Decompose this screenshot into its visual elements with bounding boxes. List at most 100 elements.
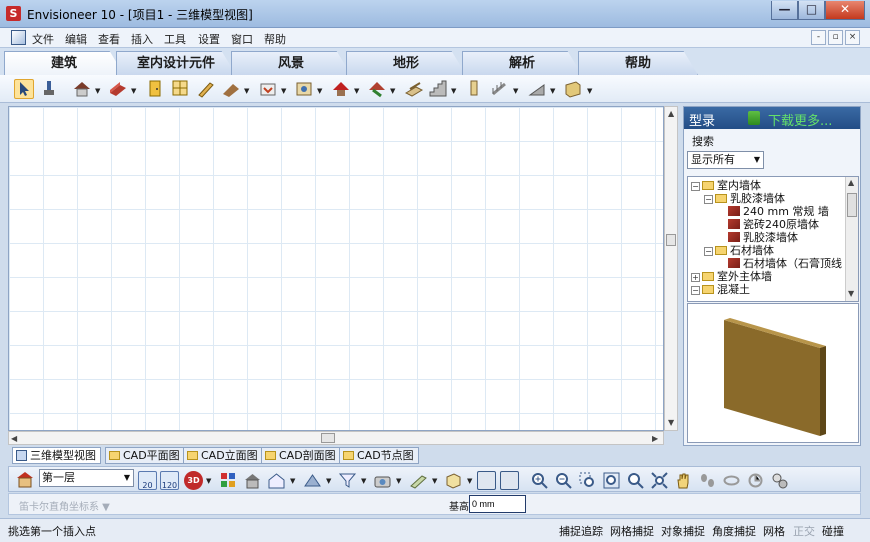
tree-item[interactable]: − 石材墙体 — [704, 244, 774, 257]
tab-analysis[interactable]: 解析 — [462, 51, 582, 75]
dropdown-arrow-icon[interactable]: ▼ — [244, 87, 249, 95]
coordinate-system-select[interactable]: 笛卡尔直角坐标系 ▼ — [19, 498, 110, 513]
tree-item[interactable]: 瓷砖240原墙体 — [728, 218, 819, 231]
dropdown-arrow-icon[interactable]: ▼ — [354, 87, 359, 95]
dropdown-arrow-icon[interactable]: ▼ — [281, 87, 286, 95]
monitor-alt-icon[interactable] — [500, 471, 519, 490]
scroll-thumb[interactable] — [321, 433, 335, 443]
window-icon[interactable] — [171, 79, 191, 99]
tab-terrain[interactable]: 地形 — [346, 51, 466, 75]
tab-landscape[interactable]: 风景 — [231, 51, 351, 75]
tab-cad-detail[interactable]: CAD节点图 — [339, 447, 419, 464]
tree-item[interactable]: 乳胶漆墙体 — [728, 231, 798, 244]
building-floor-icon[interactable] — [15, 469, 34, 488]
ramp-icon[interactable] — [527, 79, 547, 99]
zoom-out-icon[interactable] — [554, 471, 573, 490]
dropdown-arrow-icon[interactable]: ▼ — [587, 87, 592, 95]
house-green-icon[interactable] — [367, 79, 387, 99]
house-tools-icon[interactable] — [72, 79, 92, 99]
layout-icon[interactable] — [219, 471, 238, 490]
expand-icon[interactable]: + — [691, 273, 700, 282]
search-label[interactable]: 搜索 — [692, 133, 714, 149]
scroll-left-icon[interactable]: ◀ — [11, 434, 17, 443]
dropdown-arrow-icon[interactable]: ▼ — [390, 87, 395, 95]
angle-snap-toggle[interactable]: 角度捕捉 — [712, 523, 756, 539]
railing-icon[interactable] — [490, 79, 510, 99]
tab-help[interactable]: 帮助 — [578, 51, 698, 75]
zoom-fit-icon[interactable] — [602, 471, 621, 490]
scroll-thumb[interactable] — [666, 234, 676, 246]
box-3d-icon[interactable] — [444, 471, 463, 490]
document-icon[interactable] — [11, 30, 26, 45]
filter-funnel-icon[interactable] — [338, 471, 357, 490]
menu-view[interactable]: 查看 — [98, 31, 120, 47]
grid-snap-toggle[interactable]: 网格捕捉 — [610, 523, 654, 539]
scroll-up-icon[interactable]: ▲ — [848, 178, 854, 187]
menu-file[interactable]: 文件 — [32, 31, 54, 47]
view-3d-button[interactable]: 3D — [184, 471, 203, 490]
dropdown-arrow-icon[interactable]: ▼ — [206, 477, 211, 485]
scroll-thumb[interactable] — [847, 193, 857, 217]
terrain-icon[interactable] — [303, 471, 322, 490]
dropdown-arrow-icon[interactable]: ▼ — [326, 477, 331, 485]
pan-hand-icon[interactable] — [674, 471, 693, 490]
collapse-icon[interactable]: − — [704, 247, 713, 256]
scroll-down-icon[interactable]: ▼ — [668, 418, 674, 427]
zoom-extents-icon[interactable] — [650, 471, 669, 490]
menu-edit[interactable]: 编辑 — [65, 31, 87, 47]
dropdown-arrow-icon[interactable]: ▼ — [361, 477, 366, 485]
tree-scrollbar[interactable]: ▲ ▼ — [845, 177, 858, 301]
dropdown-arrow-icon[interactable]: ▼ — [432, 477, 437, 485]
tab-architecture[interactable]: 建筑 — [4, 51, 124, 75]
menu-insert[interactable]: 插入 — [131, 31, 153, 47]
scroll-right-icon[interactable]: ▶ — [652, 434, 658, 443]
house-outline-icon[interactable] — [267, 471, 286, 490]
tree-item[interactable]: − 混凝土 — [691, 283, 750, 296]
orbit-icon[interactable] — [722, 471, 741, 490]
tree-item[interactable]: − 室内墙体 — [691, 179, 761, 192]
stairs-icon[interactable] — [428, 79, 448, 99]
dropdown-arrow-icon[interactable]: ▼ — [451, 87, 456, 95]
dropdown-arrow-icon[interactable]: ▼ — [131, 87, 136, 95]
scale-120-button[interactable]: 120 — [160, 471, 179, 490]
panel-icon[interactable] — [563, 79, 583, 99]
dropdown-arrow-icon[interactable]: ▼ — [396, 477, 401, 485]
beam-icon[interactable] — [196, 79, 216, 99]
dropdown-arrow-icon[interactable]: ▼ — [317, 87, 322, 95]
floor-layer-icon[interactable] — [404, 79, 424, 99]
camera-icon[interactable] — [373, 471, 392, 490]
cabinet-icon[interactable] — [294, 79, 314, 99]
ortho-toggle[interactable]: 正交 — [793, 523, 815, 539]
maximize-button[interactable]: □ — [798, 1, 825, 20]
wall-panel-icon[interactable] — [409, 471, 428, 490]
menu-tools[interactable]: 工具 — [164, 31, 186, 47]
minimize-button[interactable]: — — [771, 1, 798, 20]
tab-cad-elevation[interactable]: CAD立面图 — [183, 447, 263, 464]
tree-item[interactable]: 石材墙体（石膏顶线 — [728, 257, 842, 270]
tab-interior[interactable]: 室内设计元件 — [116, 51, 236, 75]
dropdown-arrow-icon[interactable]: ▼ — [467, 477, 472, 485]
collapse-icon[interactable]: − — [704, 195, 713, 204]
tab-3d-model-view[interactable]: 三维模型视图 — [12, 447, 101, 464]
base-height-input[interactable] — [469, 495, 526, 513]
grid-toggle[interactable]: 网格 — [763, 523, 785, 539]
filter-select[interactable]: 显示所有 ▼ — [687, 151, 764, 169]
brick-wall-icon[interactable] — [108, 79, 128, 99]
mdi-restore-button[interactable]: ▫ — [828, 30, 843, 45]
tab-cad-plan[interactable]: CAD平面图 — [105, 447, 185, 464]
house-red-icon[interactable] — [331, 79, 351, 99]
magnifier-icon[interactable] — [626, 471, 645, 490]
select-arrow-icon[interactable] — [14, 79, 34, 99]
paint-brush-icon[interactable] — [40, 79, 60, 99]
collapse-icon[interactable]: − — [691, 182, 700, 191]
zoom-window-icon[interactable] — [578, 471, 597, 490]
scroll-up-icon[interactable]: ▲ — [668, 109, 674, 118]
monitor-icon[interactable] — [477, 471, 496, 490]
menu-settings[interactable]: 设置 — [198, 31, 220, 47]
dropdown-arrow-icon[interactable]: ▼ — [290, 477, 295, 485]
floor-select[interactable]: 第一层 ▼ — [39, 469, 134, 487]
object-snap-toggle[interactable]: 对象捕捉 — [661, 523, 705, 539]
download-more-link[interactable]: 下载更多... — [768, 110, 832, 129]
rotate-view-icon[interactable] — [746, 471, 765, 490]
zoom-in-icon[interactable] — [530, 471, 549, 490]
